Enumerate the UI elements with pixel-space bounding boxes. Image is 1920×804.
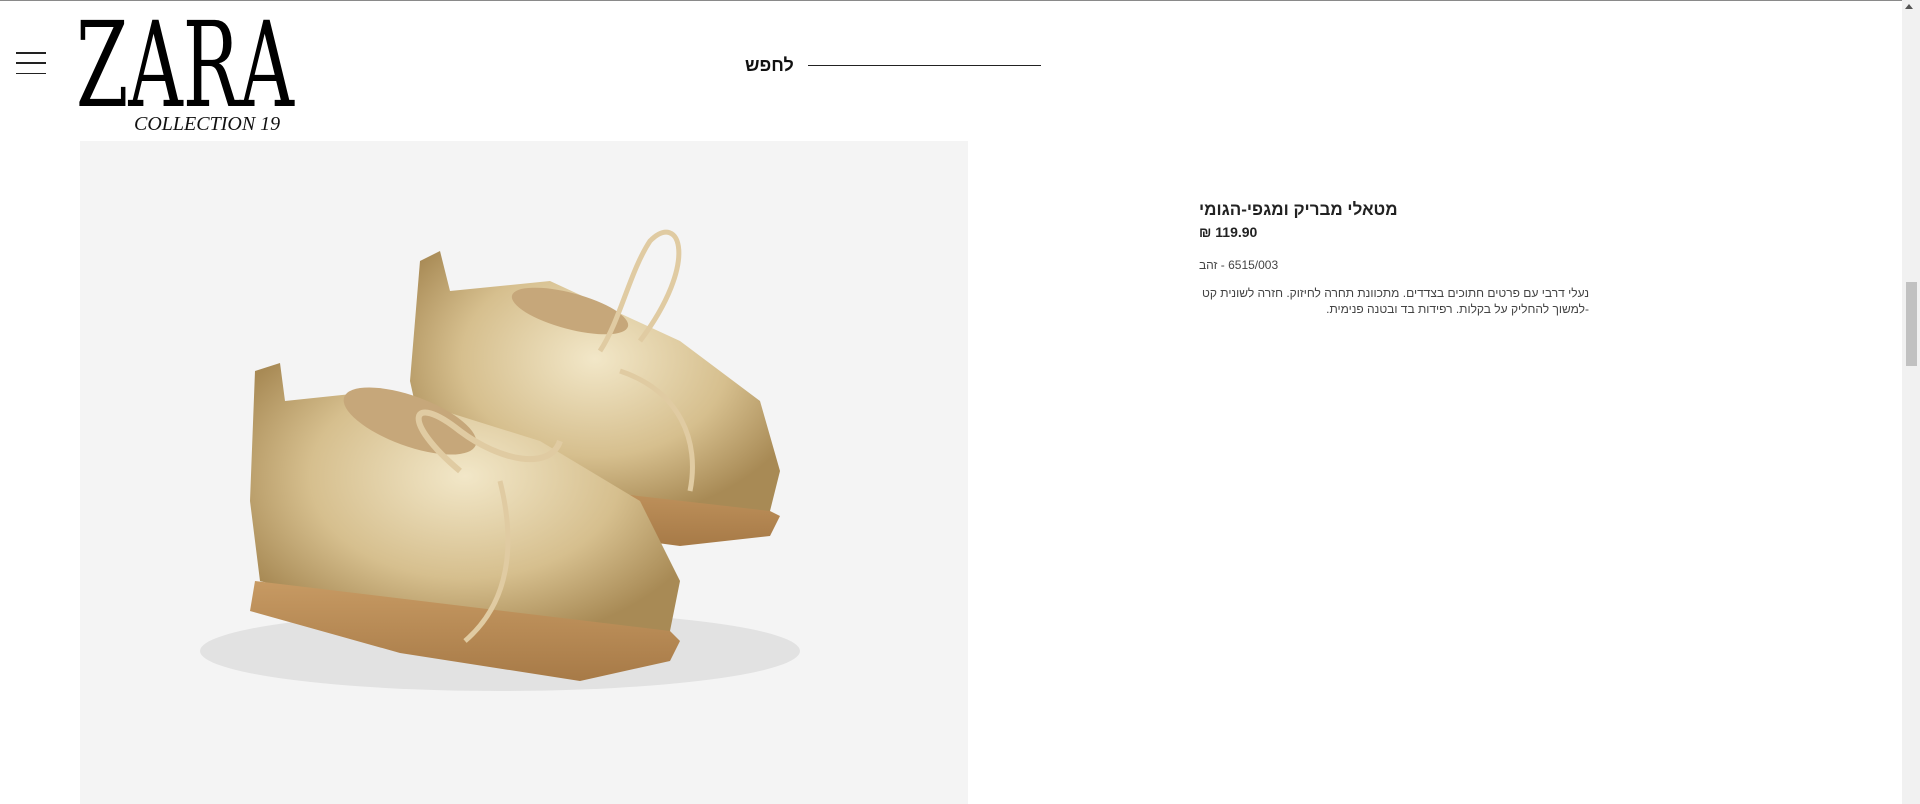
scroll-up-arrow-icon[interactable] [1905,4,1913,9]
product-price: 119.90 ₪ [1199,224,1258,240]
scrollbar-thumb[interactable] [1906,282,1917,366]
product-title: מטאלי מבריק ומגפי-הגומי [1199,200,1398,219]
search-label[interactable]: לחפש [745,55,794,76]
zara-logo[interactable]: ZARA COLLECTION 19 [76,0,296,135]
hamburger-icon [16,52,46,54]
search-underline [807,64,1041,66]
product-description: נעלי דרבי עם פרטים חתוכים בצדדים. מתכוונ… [1202,286,1589,316]
logo-subtitle: COLLECTION 19 [134,113,280,134]
hamburger-icon-bar [16,72,46,74]
hamburger-icon-bar [16,62,46,64]
scrollbar-track[interactable] [1902,0,1920,804]
top-border [0,0,1920,1]
search-field[interactable]: לחפש [745,52,1041,78]
product-reference: 6515/003 - זהב [1199,258,1279,272]
gold-derby-shoes-image [200,229,800,691]
product-image[interactable] [80,141,968,804]
menu-button[interactable] [16,52,46,74]
